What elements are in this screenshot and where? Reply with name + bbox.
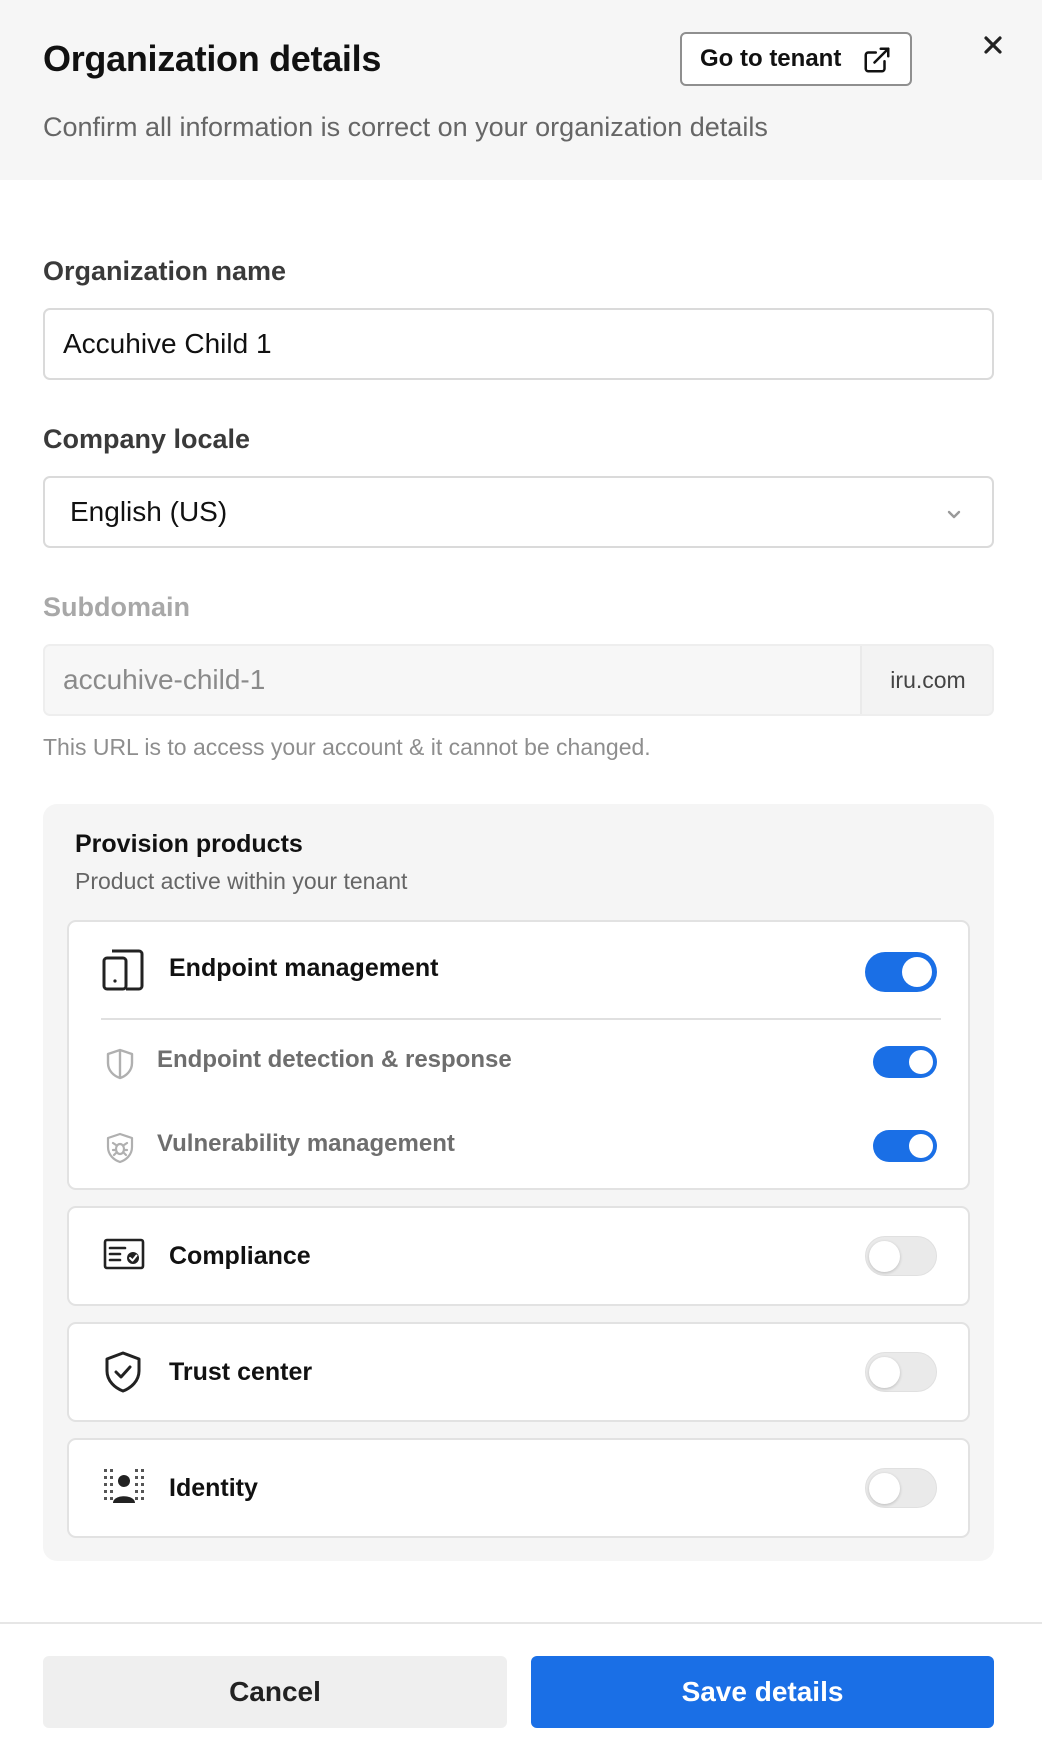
divider	[101, 1018, 941, 1020]
go-to-tenant-button[interactable]: Go to tenant	[680, 32, 912, 86]
shield-check-icon	[105, 1351, 141, 1393]
subdomain-label: Subdomain	[43, 592, 190, 622]
subdomain-hint: This URL is to access your account & it …	[43, 734, 651, 760]
org-name-input[interactable]: Accuhive Child 1	[43, 308, 994, 380]
provision-title: Provision products	[75, 830, 303, 858]
trust-center-toggle[interactable]	[865, 1352, 937, 1392]
dialog-title: Organization details	[43, 38, 382, 79]
compliance-card: Compliance	[67, 1206, 970, 1306]
subdomain-input: accuhive-child-1	[45, 646, 862, 714]
vulnerability-management-toggle[interactable]	[873, 1130, 937, 1162]
certificate-icon	[103, 1238, 145, 1270]
shield-outline-icon	[106, 1048, 134, 1080]
go-to-tenant-label: Go to tenant	[700, 45, 842, 72]
product-label: Trust center	[169, 1358, 313, 1386]
subdomain-field: accuhive-child-1 iru.com	[43, 644, 994, 716]
dialog-header: Organization details Confirm all informa…	[0, 0, 1042, 180]
identity-icon	[104, 1469, 144, 1503]
product-label: Endpoint management	[169, 954, 439, 982]
company-locale-label: Company locale	[43, 424, 251, 454]
save-details-button[interactable]: Save details	[531, 1656, 994, 1728]
shield-bug-icon	[106, 1132, 134, 1164]
subdomain-suffix: iru.com	[862, 646, 992, 714]
company-locale-value: English (US)	[70, 496, 228, 527]
org-name-label: Organization name	[43, 256, 287, 286]
dialog-subtitle: Confirm all information is correct on yo…	[43, 112, 768, 142]
edr-toggle[interactable]	[873, 1046, 937, 1078]
identity-toggle[interactable]	[865, 1468, 937, 1508]
identity-card: Identity	[67, 1438, 970, 1538]
footer-divider	[0, 1622, 1042, 1624]
product-label: Compliance	[169, 1242, 311, 1270]
device-icon	[102, 949, 144, 991]
provision-subtitle: Product active within your tenant	[75, 868, 408, 894]
external-link-icon	[864, 47, 890, 73]
provision-products-panel: Provision products Product active within…	[43, 804, 994, 1561]
product-label: Identity	[169, 1474, 258, 1502]
product-label: Endpoint detection & response	[157, 1046, 512, 1073]
org-name-value: Accuhive Child 1	[63, 328, 272, 359]
product-label: Vulnerability management	[157, 1130, 455, 1157]
subdomain-value: accuhive-child-1	[63, 664, 266, 695]
endpoint-products-card: Endpoint management Endpoint detection &…	[67, 920, 970, 1190]
close-icon[interactable]	[982, 34, 1004, 56]
endpoint-management-toggle[interactable]	[865, 952, 937, 992]
compliance-toggle[interactable]	[865, 1236, 937, 1276]
trust-center-card: Trust center	[67, 1322, 970, 1422]
cancel-button[interactable]: Cancel	[43, 1656, 507, 1728]
company-locale-select[interactable]: English (US)	[43, 476, 994, 548]
chevron-down-icon	[947, 510, 961, 519]
